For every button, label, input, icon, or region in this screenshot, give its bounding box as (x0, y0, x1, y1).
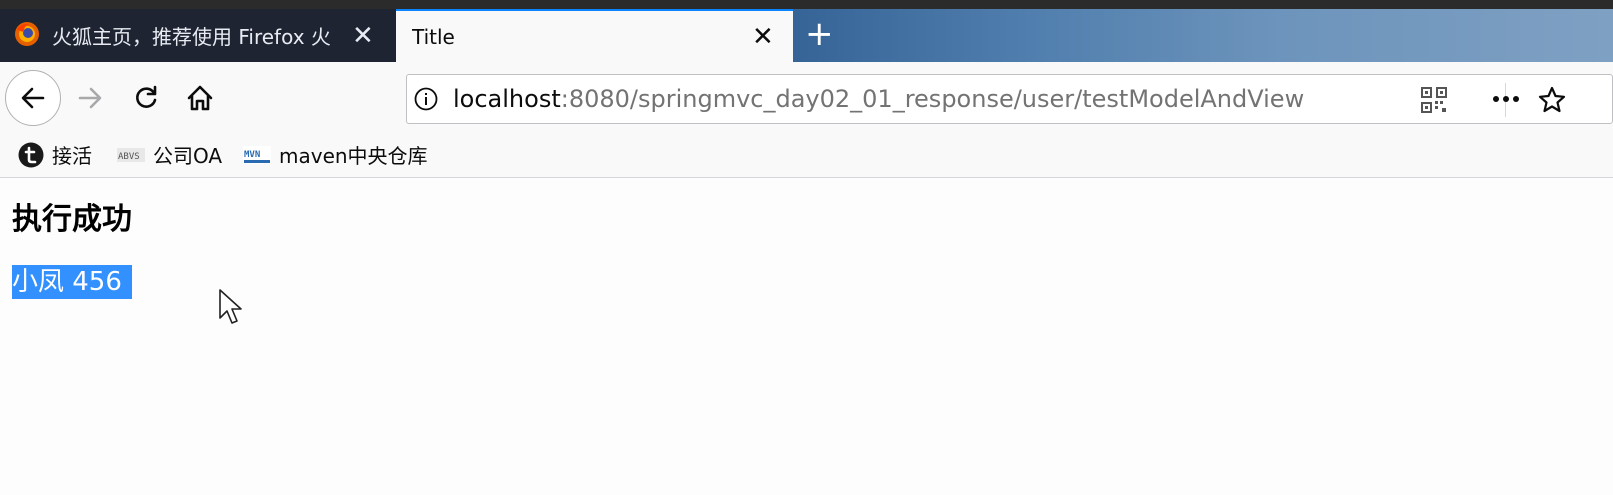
tab-bar: 火狐主页，推荐使用 Firefox 火 ✕ Title ✕ + (0, 9, 1613, 62)
bookmark-label: 接活 (52, 144, 92, 168)
navigation-toolbar: localhost:8080/springmvc_day02_01_respon… (0, 62, 1613, 132)
back-arrow-icon (21, 87, 45, 109)
tab-title-page[interactable]: Title ✕ (396, 9, 793, 62)
close-tab-icon[interactable]: ✕ (352, 23, 374, 49)
forward-button[interactable] (74, 82, 106, 114)
close-tab-icon[interactable]: ✕ (752, 24, 774, 50)
mvn-icon: MVN (243, 142, 271, 168)
more-actions-icon[interactable] (1491, 89, 1521, 109)
window-top-strip (0, 0, 1613, 9)
back-button[interactable] (5, 70, 61, 126)
reload-button[interactable] (130, 82, 162, 114)
svg-text:ABVS: ABVS (118, 152, 140, 162)
t-logo-icon (18, 142, 44, 168)
bookmark-jiehuo[interactable]: 接活 (18, 140, 92, 169)
url-bar[interactable]: localhost:8080/springmvc_day02_01_respon… (406, 74, 1613, 124)
firefox-icon (14, 21, 40, 51)
new-tab-button[interactable]: + (805, 17, 834, 51)
abvs-icon: ABVS (117, 142, 145, 168)
bookmark-label: 公司OA (153, 144, 223, 168)
tab-bar-background (793, 9, 1613, 62)
url-host: localhost (453, 85, 561, 113)
forward-arrow-icon (78, 87, 102, 109)
tab-title: Title (412, 24, 455, 49)
mouse-cursor-icon (219, 289, 242, 324)
home-button[interactable] (184, 82, 216, 114)
tab-firefox-home[interactable]: 火狐主页，推荐使用 Firefox 火 ✕ (0, 9, 396, 62)
bookmark-company-oa[interactable]: ABVS 公司OA (117, 140, 222, 169)
bookmark-label: maven中央仓库 (279, 144, 428, 168)
qr-code-icon[interactable] (1421, 87, 1447, 113)
reload-icon (136, 85, 157, 108)
svg-text:MVN: MVN (244, 150, 260, 160)
page-heading: 执行成功 (12, 202, 132, 237)
bookmark-star-icon[interactable] (1537, 85, 1567, 115)
tab-title: 火狐主页，推荐使用 Firefox 火 (52, 25, 331, 49)
home-icon (187, 85, 213, 111)
bookmark-maven-central[interactable]: MVN maven中央仓库 (243, 140, 428, 169)
selected-text[interactable]: 小凤 456 (12, 265, 132, 299)
info-icon[interactable] (413, 86, 439, 112)
bookmarks-toolbar: 接活 ABVS 公司OA MVN maven中央仓库 (0, 132, 1613, 178)
url-path: :8080/springmvc_day02_01_response/user/t… (560, 85, 1305, 113)
page-content: 执行成功 小凤 456 (0, 178, 1613, 495)
url-text: localhost:8080/springmvc_day02_01_respon… (453, 85, 1304, 113)
